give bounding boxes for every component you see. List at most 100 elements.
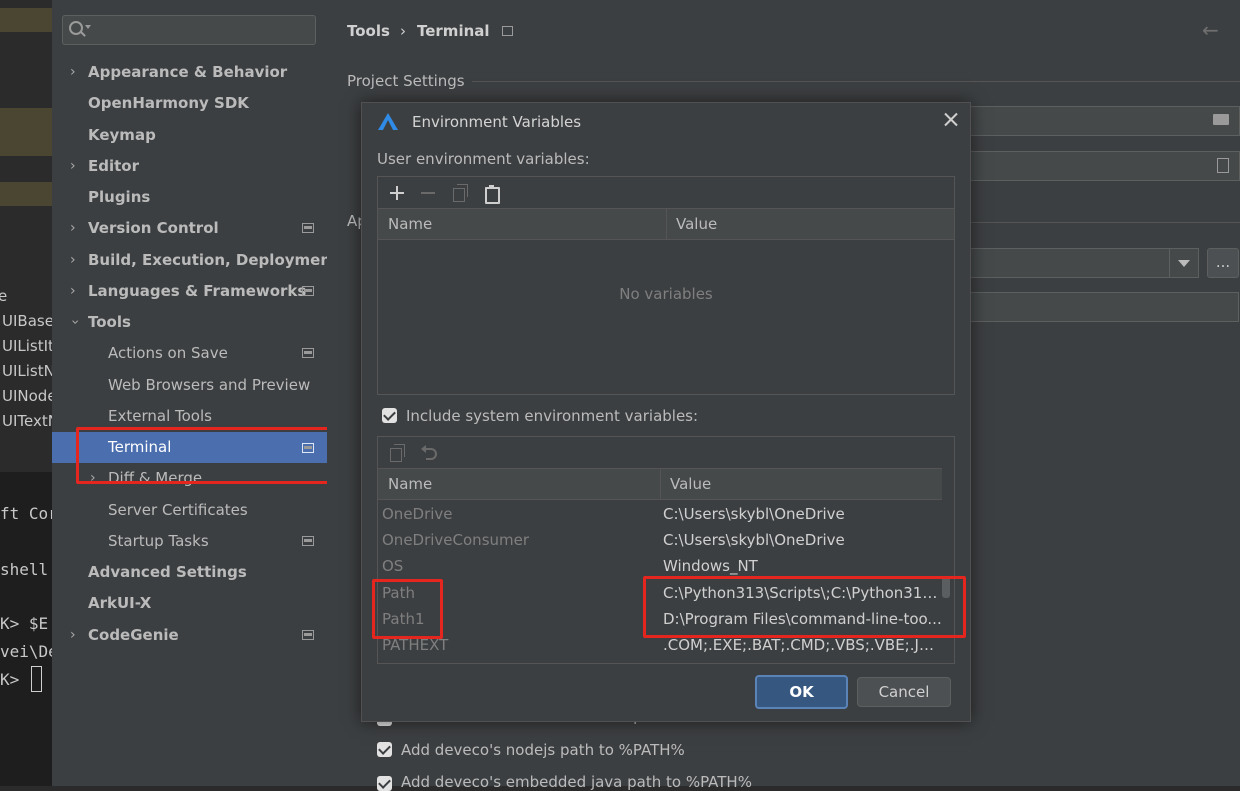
user-variables-table: Name Value No variables [377,176,955,395]
variable-name: OS [382,557,404,575]
highlight-box-names [372,579,443,639]
sidebar-item-server-certificates[interactable]: Server Certificates [52,496,327,524]
table-row[interactable]: OneDrive C:\Users\skybl\OneDrive [378,501,942,527]
sidebar-item-languages[interactable]: › Languages & Frameworks [52,277,327,305]
checkbox-nodejs-path[interactable] [377,742,392,757]
ok-button[interactable]: OK [755,675,848,709]
table-header: Name Value [378,208,954,240]
sidebar-item-codegenie[interactable]: › CodeGenie [52,621,327,649]
sidebar-item-label: OpenHarmony SDK [88,94,249,112]
sidebar-item-arkui-x[interactable]: ArkUI-X [52,589,327,617]
sidebar-item-external-tools[interactable]: External Tools [52,402,327,430]
search-input[interactable] [93,18,307,42]
column-divider [660,469,661,499]
sidebar-item-actions-on-save[interactable]: Actions on Save [52,339,327,367]
deveco-logo-icon [378,113,398,130]
sidebar-item-label: CodeGenie [88,626,179,644]
sidebar-item-plugins[interactable]: Plugins [52,183,327,211]
terminal-line: shell [0,560,49,579]
chevron-right-icon: › [70,158,76,174]
settings-sidebar: › Appearance & Behavior OpenHarmony SDK … [52,0,346,786]
project-scope-icon [302,348,314,358]
project-scope-icon [302,286,314,296]
editor-strip: e UIBaseI UIListIt UIListN UINode UIText… [0,0,52,786]
editor-highlight [0,182,52,206]
shell-path-field[interactable] [927,106,1240,136]
add-icon[interactable] [390,186,404,200]
dialog-title: Environment Variables [412,113,582,131]
column-header-name[interactable]: Name [388,469,432,499]
sidebar-item-label: Actions on Save [108,344,228,362]
table-header: Name Value [378,468,942,500]
sidebar-item-label: Languages & Frameworks [88,282,307,300]
breadcrumb-tools[interactable]: Tools [347,22,390,40]
close-icon[interactable] [940,109,962,131]
sidebar-item-label: Appearance & Behavior [88,63,288,81]
sidebar-item-label: Build, Execution, Deployment [88,251,339,269]
text-field[interactable] [967,292,1239,322]
breadcrumb-terminal: Terminal [417,22,490,40]
project-scope-icon [502,26,513,36]
editor-line: UITextN [2,412,52,430]
user-variables-toolbar [378,177,954,207]
sidebar-item-label: Keymap [88,126,156,144]
chevron-right-icon: › [70,252,76,268]
editor-line: UINode [2,387,52,405]
chevron-down-icon [85,25,91,29]
project-scope-icon [302,536,314,546]
sidebar-item-label: Server Certificates [108,501,248,519]
sidebar-item-startup-tasks[interactable]: Startup Tasks [52,527,327,555]
column-header-name[interactable]: Name [388,209,432,239]
sidebar-item-tools[interactable]: › Tools [52,308,327,336]
terminal-line: vei\De [0,642,52,661]
checkbox-label: Add deveco's embedded java path to %PATH… [401,773,752,791]
remove-icon[interactable] [421,192,435,194]
editor-highlight [0,8,52,32]
system-variables-toolbar [378,437,954,467]
sidebar-item-version-control[interactable]: › Version Control [52,214,327,242]
variable-name: OneDriveConsumer [382,531,530,549]
cancel-button[interactable]: Cancel [857,677,951,707]
section-project-settings: Project Settings [347,72,465,90]
table-row[interactable]: OneDriveConsumer C:\Users\skybl\OneDrive [378,527,942,553]
undo-icon[interactable] [420,445,438,461]
separator [967,222,1240,223]
back-arrow-icon[interactable]: ← [1202,18,1219,42]
sidebar-item-editor[interactable]: › Editor [52,152,327,180]
chevron-right-icon: › [70,627,76,643]
sidebar-item-build[interactable]: › Build, Execution, Deployment [52,246,338,274]
terminal-line: ft Cor [0,504,52,523]
sidebar-item-keymap[interactable]: Keymap [52,121,327,149]
breadcrumb-separator: › [400,22,406,40]
sidebar-item-advanced-settings[interactable]: Advanced Settings [52,558,327,586]
terminal-area[interactable]: ft Cor shell K> $E vei\De K> [0,472,52,786]
sidebar-item-label: External Tools [108,407,212,425]
folder-icon [1213,114,1229,125]
editor-line: UIBaseI [2,312,52,330]
sidebar-item-openharmony-sdk[interactable]: OpenHarmony SDK [52,89,327,117]
column-header-value[interactable]: Value [676,209,717,239]
sidebar-item-web-browsers[interactable]: Web Browsers and Preview [52,371,327,399]
sidebar-item-appearance[interactable]: › Appearance & Behavior [52,58,327,86]
copy-icon[interactable] [453,184,468,202]
column-divider [666,209,667,239]
variable-value: C:\Users\skybl\OneDrive [663,505,845,523]
copy-icon[interactable] [390,444,405,462]
variable-value: C:\Users\skybl\OneDrive [663,531,845,549]
highlight-box-terminal [76,427,346,484]
list-icon [1217,158,1229,173]
sidebar-item-label: Editor [88,157,139,175]
ellipsis-button[interactable]: ... [1207,248,1239,278]
column-header-value[interactable]: Value [670,469,711,499]
search-box[interactable] [62,15,316,45]
paste-icon[interactable] [485,185,500,204]
terminal-line: K> [0,670,20,689]
editor-line: e [0,287,8,305]
checkbox-java-path[interactable] [377,776,392,791]
chevron-down-icon: › [66,319,83,325]
checkbox-label: Add deveco's nodejs path to %PATH% [401,741,685,759]
environment-variables-field[interactable] [927,151,1240,181]
include-system-checkbox[interactable] [382,408,397,423]
separator [472,81,1240,82]
tab-name-select[interactable] [967,248,1199,278]
